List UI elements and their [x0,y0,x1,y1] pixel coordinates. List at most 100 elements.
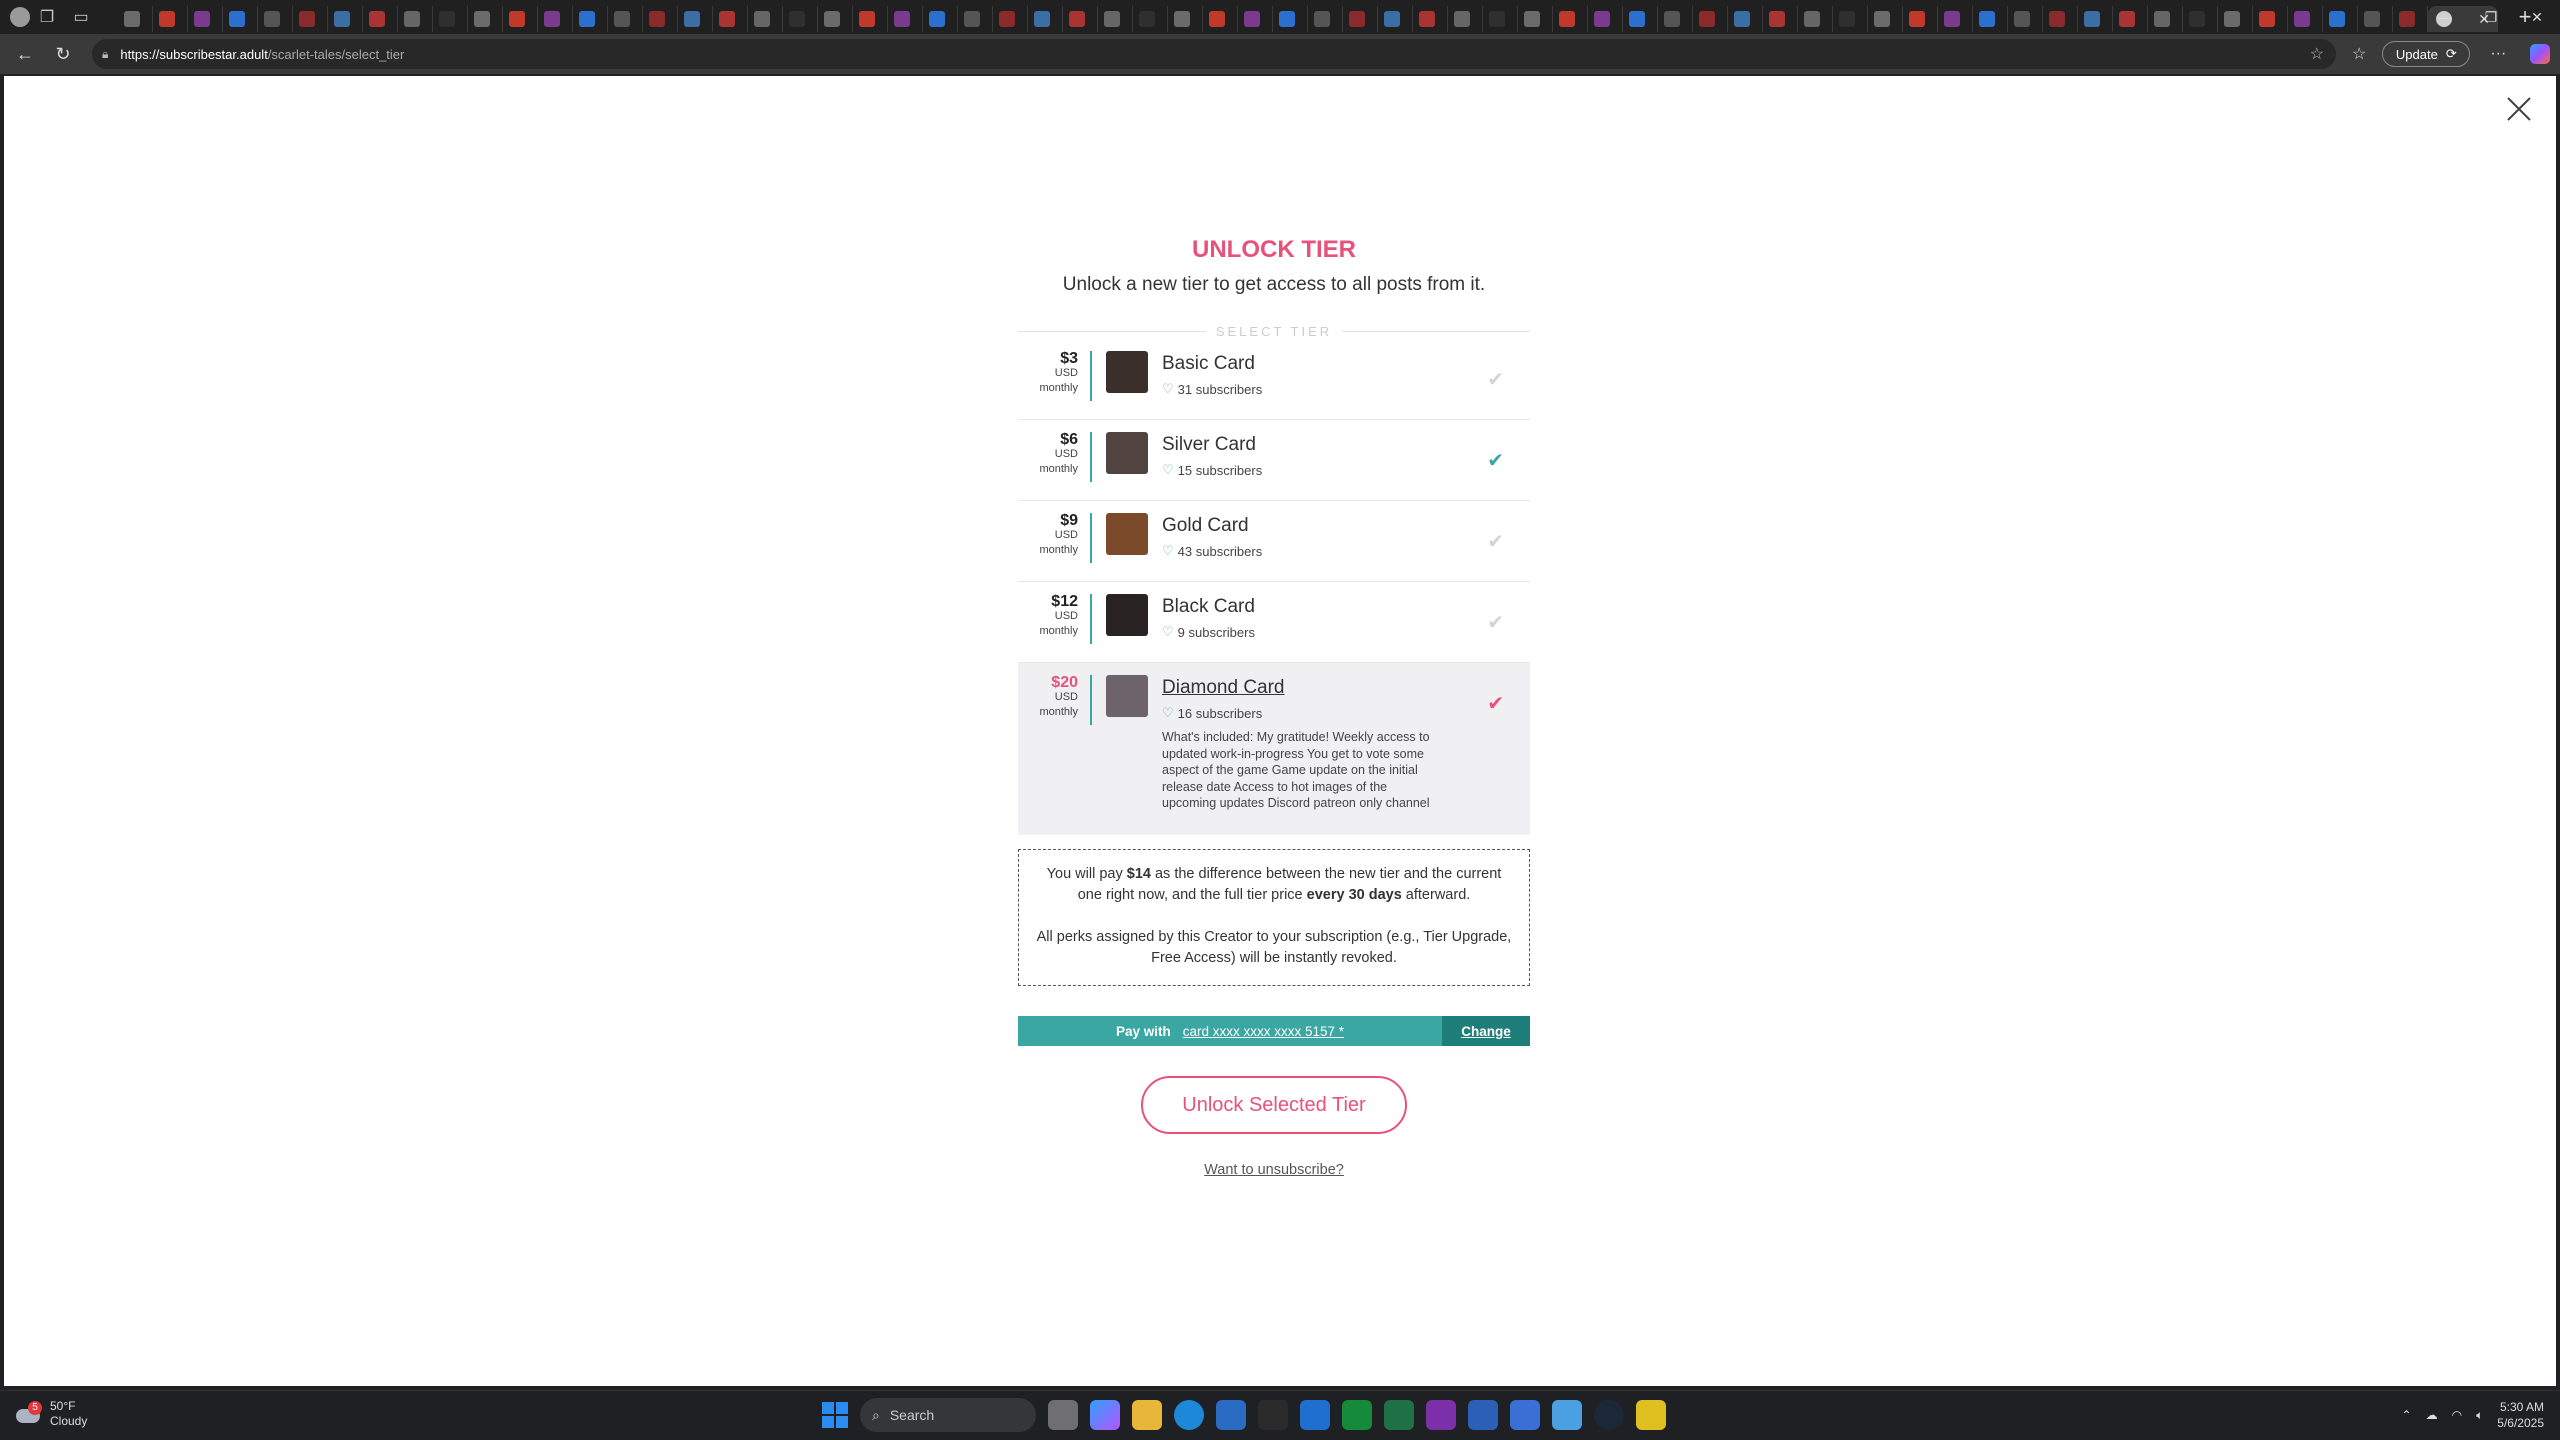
tier-row[interactable]: $3 USD monthly Basic Card ♡ 31 subscribers ✔ [1018,339,1530,420]
browser-tab[interactable] [958,6,993,32]
tier-row[interactable]: $12 USD monthly Black Card ♡ 9 subscribers ✔ [1018,582,1530,663]
alienware-icon[interactable] [1258,1400,1288,1430]
browser-tab[interactable] [643,6,678,32]
browser-tab[interactable] [2253,6,2288,32]
browser-tab[interactable] [1028,6,1063,32]
chevron-up-icon[interactable]: ⌃ [2402,1408,2412,1422]
browser-tab[interactable] [1413,6,1448,32]
browser-tab[interactable] [608,6,643,32]
norton-icon[interactable] [1636,1400,1666,1430]
mail-icon[interactable] [1300,1400,1330,1430]
browser-tab[interactable] [293,6,328,32]
url-input[interactable]: 🔒︎ https://subscribestar.adult /scarlet-… [92,39,2336,69]
steam-icon[interactable] [1594,1400,1624,1430]
taskbar-search[interactable]: ⌕ Search [860,1398,1036,1432]
browser-tab[interactable] [1868,6,1903,32]
browser-tab[interactable] [2113,6,2148,32]
update-button[interactable]: Update ⟳ [2382,41,2471,67]
browser-tab[interactable] [188,6,223,32]
browser-tab[interactable] [223,6,258,32]
browser-tab[interactable] [2008,6,2043,32]
profile-avatar[interactable] [10,7,30,27]
excel-icon[interactable] [1384,1400,1414,1430]
weather-widget[interactable]: 5 50°F Cloudy [16,1399,87,1429]
change-payment-button[interactable]: Change [1442,1016,1530,1046]
browser-tab[interactable] [678,6,713,32]
store-icon[interactable] [1216,1400,1246,1430]
browser-tab[interactable] [1553,6,1588,32]
browser-tab[interactable] [118,6,153,32]
browser-tab[interactable] [818,6,853,32]
browser-tab[interactable] [1308,6,1343,32]
copilot-app-icon[interactable] [1090,1400,1120,1430]
restore-icon[interactable]: ❐ [2468,0,2514,34]
window-close-icon[interactable]: ✕ [2514,0,2560,34]
browser-tab[interactable] [538,6,573,32]
tier-name[interactable]: Basic Card [1162,353,1262,375]
minimize-icon[interactable]: — [2422,0,2468,34]
browser-tab[interactable] [258,6,293,32]
browser-tab[interactable] [1518,6,1553,32]
browser-tab[interactable] [1203,6,1238,32]
tier-row[interactable]: $6 USD monthly Silver Card ♡ 15 subscribers ✔ [1018,420,1530,501]
browser-tab[interactable] [2288,6,2323,32]
unlock-selected-tier-button[interactable]: Unlock Selected Tier [1141,1076,1407,1134]
bookmark-star-icon[interactable]: ☆ [2310,44,2324,64]
browser-tab[interactable] [2043,6,2078,32]
favorites-icon[interactable]: ☆ [2352,44,2366,64]
browser-tab[interactable] [1658,6,1693,32]
edge-icon[interactable] [1174,1400,1204,1430]
browser-tab[interactable] [398,6,433,32]
tier-name[interactable]: Gold Card [1162,515,1262,537]
tier-name[interactable]: Diamond Card [1162,677,1442,699]
browser-tab[interactable] [713,6,748,32]
browser-tab[interactable] [153,6,188,32]
browser-tab[interactable] [1763,6,1798,32]
browser-tab[interactable] [2323,6,2358,32]
browser-tab[interactable] [1833,6,1868,32]
browser-tab[interactable] [363,6,398,32]
browser-tab[interactable] [433,6,468,32]
browser-tab[interactable] [1973,6,2008,32]
browser-tab[interactable] [1588,6,1623,32]
refresh-icon[interactable]: ↻ [46,37,80,71]
tab-actions-icon[interactable]: ▭ [64,0,98,34]
browser-tab[interactable] [1063,6,1098,32]
browser-tab[interactable] [1483,6,1518,32]
card-number[interactable]: card xxxx xxxx xxxx 5157 * [1183,1024,1344,1039]
browser-tab[interactable] [1938,6,1973,32]
browser-tab[interactable] [748,6,783,32]
browser-tab[interactable] [468,6,503,32]
browser-tab[interactable] [783,6,818,32]
browser-tab[interactable] [1273,6,1308,32]
browser-tab[interactable] [1448,6,1483,32]
browser-tab[interactable] [2218,6,2253,32]
browser-tab[interactable] [503,6,538,32]
workspaces-icon[interactable]: ❐ [30,0,64,34]
tier-name[interactable]: Black Card [1162,596,1255,618]
copilot-icon[interactable] [2530,44,2551,64]
back-icon[interactable]: ← [8,37,42,71]
file-explorer-icon[interactable] [1132,1400,1162,1430]
onenote-icon[interactable] [1426,1400,1456,1430]
browser-tab[interactable] [1623,6,1658,32]
browser-tab[interactable] [1238,6,1273,32]
word-icon[interactable] [1468,1400,1498,1430]
browser-tab[interactable] [1098,6,1133,32]
tier-row[interactable]: $9 USD monthly Gold Card ♡ 43 subscribers ✔ [1018,501,1530,582]
browser-tab[interactable] [1903,6,1938,32]
browser-tab[interactable] [923,6,958,32]
notepad-icon[interactable] [1510,1400,1540,1430]
onedrive-icon[interactable]: ☁ [2426,1408,2438,1422]
browser-tab[interactable] [1728,6,1763,32]
browser-tab[interactable] [2148,6,2183,32]
maps-icon[interactable] [1552,1400,1582,1430]
volume-icon[interactable]: 🔈︎ [2476,1408,2483,1423]
clock[interactable]: 5:30 AM 5/6/2025 [2497,1399,2544,1431]
browser-tab[interactable] [2358,6,2393,32]
more-menu-icon[interactable]: ··· [2490,45,2506,63]
browser-tab[interactable] [993,6,1028,32]
browser-tab[interactable] [1693,6,1728,32]
task-view-icon[interactable] [1048,1400,1078,1430]
unsubscribe-link[interactable]: Want to unsubscribe? [1018,1162,1530,1178]
